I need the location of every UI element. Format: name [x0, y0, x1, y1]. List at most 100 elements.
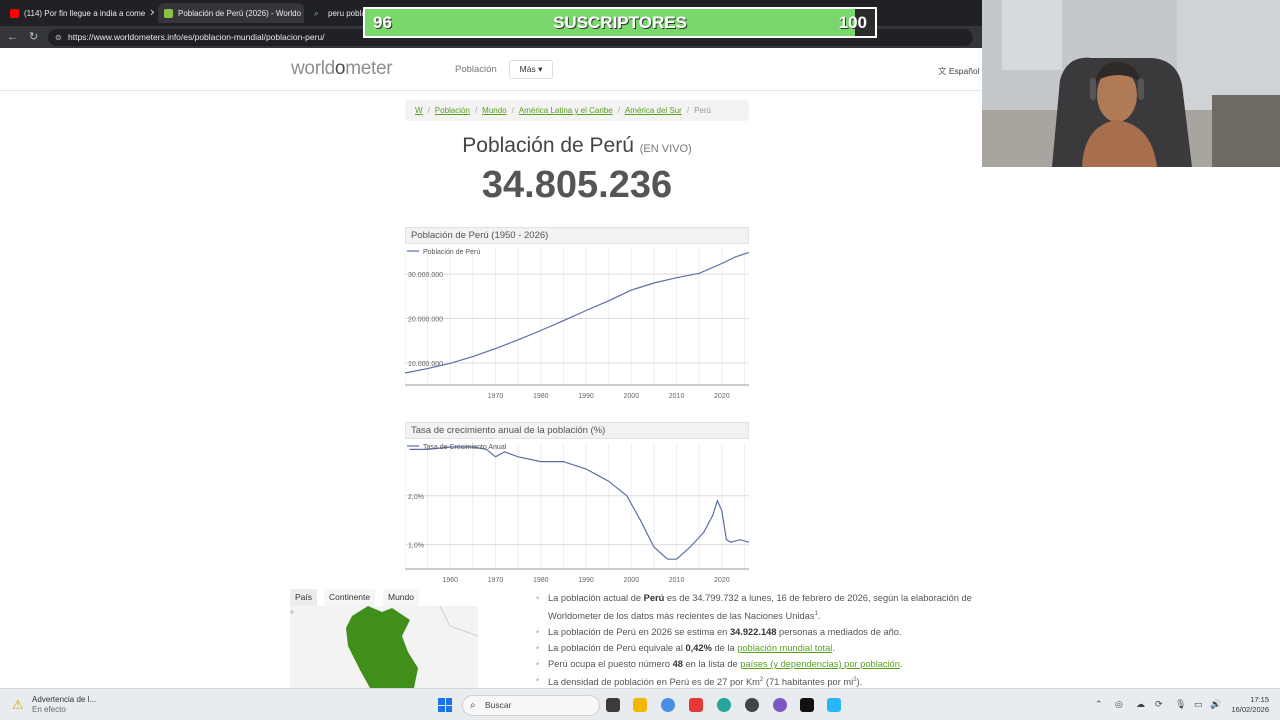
- fact-text: .: [817, 611, 821, 622]
- series-line: [405, 251, 749, 374]
- subscriber-goal: 100: [838, 13, 867, 32]
- discord-icon[interactable]: [773, 698, 787, 712]
- fact-link[interactable]: población mundial total: [737, 643, 832, 653]
- breadcrumb-item-sudamerica[interactable]: América del Sur: [625, 106, 682, 115]
- logo-text-o: o: [334, 58, 346, 79]
- microphone-icon[interactable]: 🎙: [1175, 699, 1186, 710]
- reload-icon[interactable]: ↻: [29, 30, 38, 44]
- windows-start-icon[interactable]: [438, 698, 452, 712]
- taskbar-search-label: Buscar: [485, 700, 512, 710]
- site-info-icon[interactable]: ⊜: [55, 29, 62, 46]
- breadcrumb-separator: /: [617, 106, 620, 115]
- fact-text: en la lista de: [682, 659, 741, 670]
- file-explorer-icon[interactable]: [633, 698, 647, 712]
- y-tick-label: 20.000.000: [408, 317, 443, 324]
- app-dark-icon[interactable]: [800, 698, 814, 712]
- webcam-feed: [982, 0, 1280, 167]
- fact-text: .: [832, 643, 835, 654]
- notepad-icon[interactable]: [827, 698, 841, 712]
- language-selector[interactable]: 文 Español: [938, 65, 980, 77]
- network-icon[interactable]: ▭: [1194, 699, 1203, 710]
- taskbar-search[interactable]: ⌕ Buscar: [462, 695, 600, 716]
- back-icon[interactable]: ←: [7, 30, 18, 44]
- tray-app-icon[interactable]: ◎: [1115, 699, 1123, 710]
- task-view-icon[interactable]: [606, 698, 620, 712]
- clock-date: 16/02/2026: [1231, 705, 1269, 714]
- tab-mundo[interactable]: Mundo: [383, 589, 419, 606]
- tab-search[interactable]: ⌕ peru poblac: [308, 3, 366, 23]
- growth-chart-svg: 1,0% 2,0% 1960 1970 1980 1990 2000 2010 2020 Tasa…: [405, 443, 749, 584]
- volume-icon[interactable]: 🔊: [1210, 699, 1221, 710]
- worldometer-logo[interactable]: worldometer: [291, 58, 393, 80]
- fact-link[interactable]: países (y dependencias) por población: [740, 659, 900, 669]
- x-tick-label: 2020: [714, 393, 730, 400]
- growth-chart: Tasa de crecimiento anual de la població…: [405, 422, 749, 585]
- fact-text: Perú: [643, 593, 665, 603]
- x-tick-label: 2010: [669, 577, 685, 584]
- chrome-icon[interactable]: [661, 698, 675, 712]
- youtube-icon: [10, 8, 19, 18]
- breadcrumb-item-poblacion[interactable]: Población: [435, 106, 470, 115]
- fact-item: La población actual de Perú es de 34.799…: [535, 590, 981, 624]
- fact-item: La población de Perú equivale al 0,42% d…: [535, 640, 981, 656]
- translate-icon: 文: [938, 66, 947, 76]
- breadcrumb-current: Perú: [694, 106, 711, 115]
- growth-chart-title: Tasa de crecimiento anual de la població…: [405, 422, 749, 439]
- fact-text: de la: [711, 643, 738, 654]
- site-header: worldometer Población Más ▾ 文 Español: [0, 48, 982, 91]
- population-chart-title: Población de Perú (1950 - 2026): [405, 227, 749, 244]
- nav-mas-dropdown[interactable]: Más ▾: [509, 60, 553, 79]
- search-icon: ⌕: [314, 8, 319, 18]
- tab-youtube[interactable]: (114) Por fin llegue a india a come ✕: [4, 3, 154, 23]
- x-tick-label: 1970: [488, 577, 504, 584]
- live-label: (EN VIVO): [639, 143, 692, 155]
- fact-text: La población actual de: [548, 593, 644, 603]
- x-tick-label: 1980: [533, 577, 549, 584]
- close-icon[interactable]: ✕: [145, 8, 154, 19]
- warning-title: Advertencia de l...: [32, 695, 97, 704]
- clock-time: 17:15: [1250, 695, 1269, 704]
- peru-map-image: [290, 606, 478, 688]
- fact-item: La población de Perú en 2026 se estima e…: [535, 624, 981, 640]
- breadcrumb-separator: /: [427, 106, 430, 115]
- x-tick-label: 2000: [624, 577, 640, 584]
- taskbar-clock[interactable]: 17:15 16/02/2026: [1227, 695, 1269, 715]
- breadcrumb-separator: /: [686, 106, 690, 115]
- app-red-icon[interactable]: [689, 698, 703, 712]
- x-tick-label: 1990: [578, 393, 594, 400]
- page-title-text: Población de Perú: [462, 134, 634, 157]
- chevron-up-icon[interactable]: ⌃: [1095, 699, 1103, 710]
- fact-text: (71 habitantes por mi: [763, 677, 854, 688]
- logo-text-post: meter: [345, 58, 393, 79]
- edge-icon[interactable]: [717, 698, 731, 712]
- warning-icon: ⚠: [12, 697, 24, 712]
- close-icon[interactable]: ✕: [301, 8, 304, 19]
- tab-worldometer[interactable]: Población de Perú (2026) - Worldo ✕: [158, 3, 304, 23]
- population-chart: Población de Perú (1950 - 2026) 10.000.0…: [405, 227, 749, 408]
- webcam-image: [982, 0, 1280, 167]
- y-tick-label: 30.000.000: [408, 272, 443, 279]
- nav-poblacion-link[interactable]: Población: [455, 64, 497, 75]
- fact-text: personas a mediados de año.: [776, 627, 902, 638]
- tray-sync-icon[interactable]: ⟳: [1155, 699, 1163, 710]
- country-map[interactable]: [290, 606, 478, 688]
- tab-pais[interactable]: País: [290, 589, 318, 606]
- fact-text: 34.922.148: [729, 627, 777, 638]
- obs-icon[interactable]: [745, 698, 759, 712]
- x-tick-label: 2000: [624, 393, 640, 400]
- breadcrumb: W / Población / Mundo / América Latina y el Ca…: [405, 100, 749, 121]
- warning-subtitle: En efecto: [32, 705, 66, 714]
- tray-cloud-icon[interactable]: ☁: [1136, 699, 1145, 710]
- y-tick-label: 2,0%: [408, 494, 424, 501]
- breadcrumb-item-w[interactable]: W: [415, 106, 423, 115]
- tab-title: Población de Perú (2026) - Worldo: [178, 8, 302, 18]
- tab-continente[interactable]: Continente: [324, 589, 376, 606]
- breadcrumb-item-mundo[interactable]: Mundo: [482, 106, 506, 115]
- fact-text: .: [899, 659, 903, 670]
- breadcrumb-separator: /: [511, 106, 514, 115]
- x-tick-label: 1960: [442, 577, 458, 584]
- series-line: [409, 446, 749, 560]
- population-counter: 34.805.236: [481, 164, 673, 206]
- breadcrumb-item-latam[interactable]: América Latina y el Caribe: [519, 106, 613, 115]
- fact-item: Perú ocupa el puesto número 48 en la lis…: [535, 656, 981, 672]
